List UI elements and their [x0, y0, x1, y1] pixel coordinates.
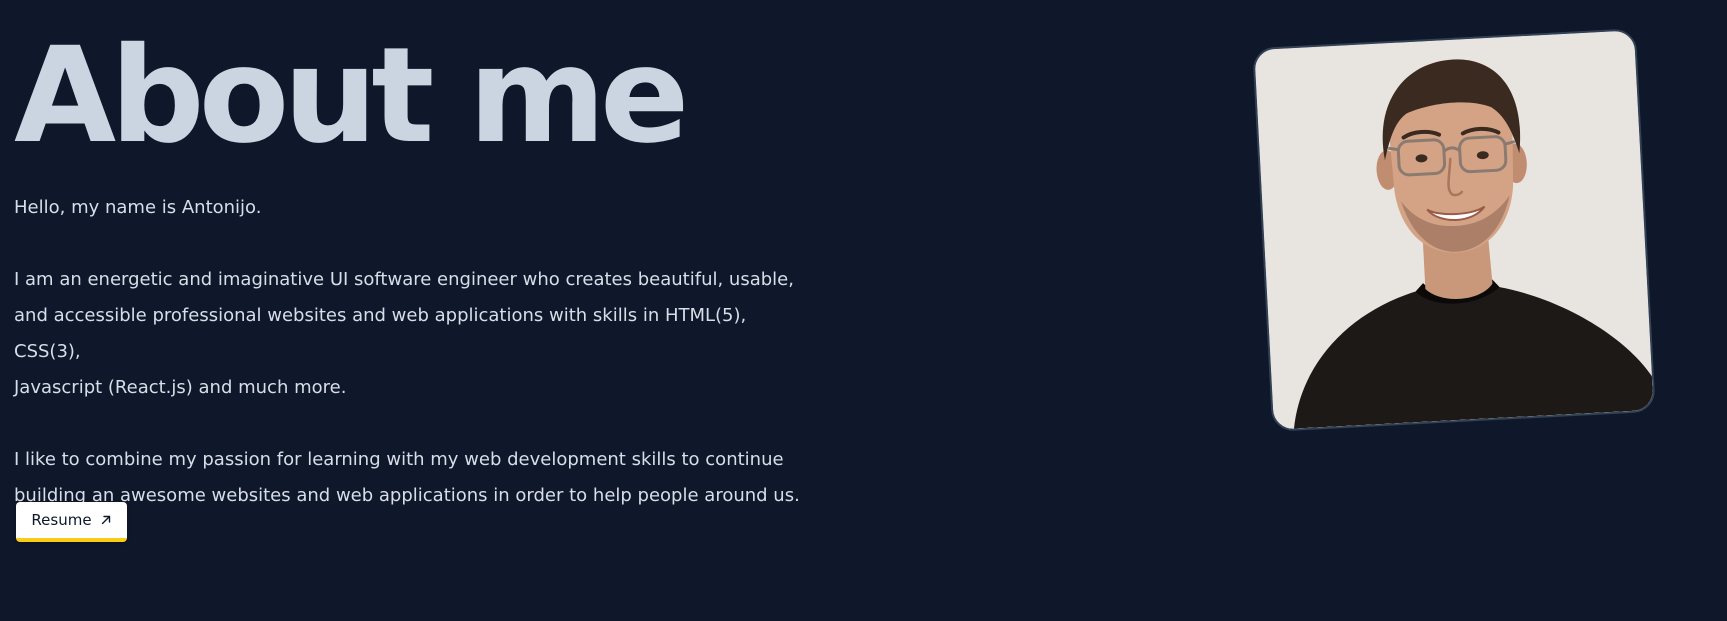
bio-line: building an awesome websites and web app… [14, 485, 800, 506]
about-section: About me Hello, my name is Antonijo. I a… [0, 0, 1727, 621]
arrow-up-right-icon [100, 514, 112, 526]
bio-line: I like to combine my passion for learnin… [14, 449, 784, 470]
portrait-illustration [1254, 30, 1654, 430]
resume-button-label: Resume [31, 511, 92, 529]
bio-line: I am an energetic and imaginative UI sof… [14, 269, 794, 290]
bio-line: Javascript (React.js) and much more. [14, 377, 347, 398]
bio-text: Hello, my name is Antonijo. I am an ener… [14, 190, 814, 514]
greeting-text: Hello, my name is Antonijo. [14, 197, 262, 218]
page-title: About me [14, 19, 689, 173]
profile-photo [1252, 28, 1656, 432]
resume-button[interactable]: Resume [16, 502, 127, 542]
bio-line: and accessible professional websites and… [14, 305, 747, 362]
